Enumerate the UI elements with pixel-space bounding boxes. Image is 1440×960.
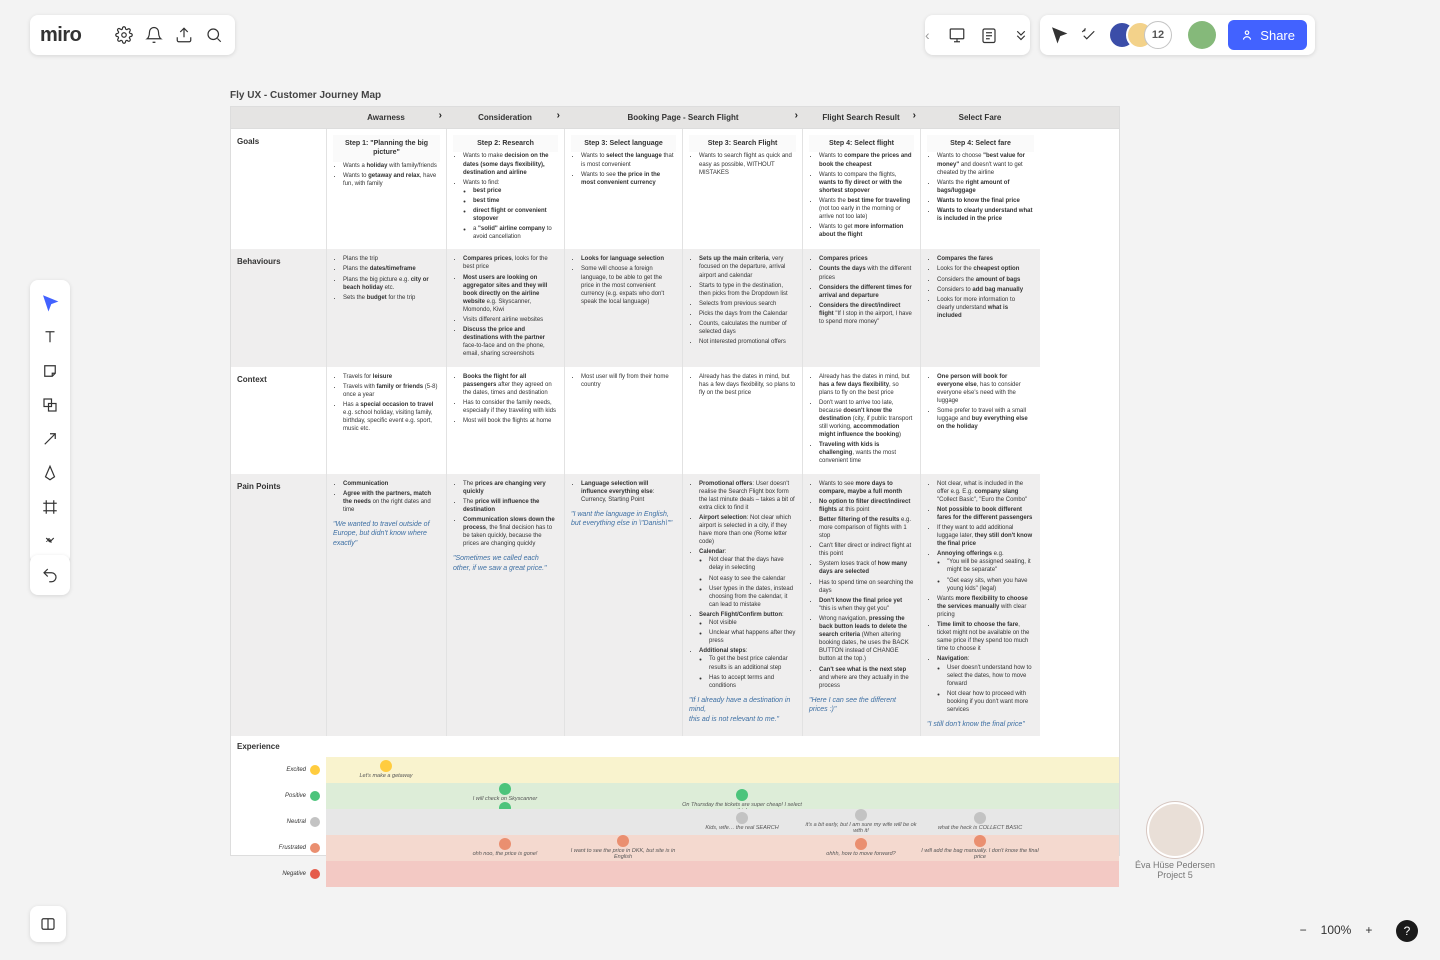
arrow-tool[interactable]	[35, 424, 65, 454]
cell: Already has the dates in mind, but has a…	[682, 367, 802, 474]
experience-section: Experience Excited Positive Neutral Frus…	[231, 736, 1119, 887]
chevron-left-icon[interactable]: ‹	[925, 27, 930, 43]
cell: Compares the faresLooks for the cheapest…	[920, 249, 1040, 366]
tools-bar: »	[30, 280, 70, 564]
cell: Compares pricesCounts the days with the …	[802, 249, 920, 366]
avatar-stack[interactable]: 12	[1108, 21, 1172, 49]
avatar-count[interactable]: 12	[1144, 21, 1172, 49]
stage-label: Select Fare	[959, 113, 1002, 122]
cell: CommunicationAgree with the partners, ma…	[326, 474, 446, 736]
upload-icon[interactable]	[173, 24, 195, 46]
user-name: Éva Hüse Pedersen	[1135, 860, 1215, 870]
cell: One person will book for everyone else, …	[920, 367, 1040, 474]
cell: Sets up the main criteria, very focused …	[682, 249, 802, 366]
cell: Promotional offers: User doesn't realise…	[682, 474, 802, 736]
pen-tool[interactable]	[35, 458, 65, 488]
row-label-goals: Goals	[231, 129, 326, 249]
search-icon[interactable]	[203, 24, 225, 46]
journey-grid: Goals Step 1: "Planning the big picture"…	[231, 129, 1119, 736]
app-logo[interactable]: miro	[40, 24, 105, 47]
row-label-context: Context	[231, 367, 326, 474]
zoom-out-button[interactable]: −	[1300, 923, 1307, 937]
bell-icon[interactable]	[143, 24, 165, 46]
stage-header: Awarness › Consideration › Booking Page - …	[231, 107, 1119, 129]
chevron-right-icon: ›	[795, 110, 798, 121]
cell: Step 4: Select flightWants to compare th…	[802, 129, 920, 249]
cell: Travels for leisureTravels with family o…	[326, 367, 446, 474]
cell: Compares prices, looks for the best pric…	[446, 249, 564, 366]
collab-bar: 12 Share	[1040, 15, 1315, 55]
cell: Looks for language selectionSome will ch…	[564, 249, 682, 366]
zoom-level[interactable]: 100%	[1321, 923, 1352, 937]
more-tools[interactable]: »	[35, 526, 65, 556]
top-left-bar: miro	[30, 15, 235, 55]
text-tool[interactable]	[35, 322, 65, 352]
view-controls-bar: ‹	[925, 15, 1030, 55]
cursor-icon[interactable]	[1048, 24, 1070, 46]
stage-label: Flight Search Result	[822, 113, 899, 122]
zoom-controls: − 100% +	[1286, 918, 1386, 942]
cell: Step 3: Search FlightWants to search fli…	[682, 129, 802, 249]
undo-button[interactable]	[30, 555, 70, 595]
row-label-pain: Pain Points	[231, 474, 326, 736]
stage-label: Awarness	[367, 113, 405, 122]
frame-tool[interactable]	[35, 492, 65, 522]
present-icon[interactable]	[948, 24, 966, 46]
avatar-self[interactable]	[1188, 21, 1216, 49]
select-tool[interactable]	[35, 288, 65, 318]
row-label-behaviours: Behaviours	[231, 249, 326, 366]
svg-text:»: »	[46, 534, 52, 546]
cursor-user-card: Éva Hüse Pedersen Project 5	[1135, 804, 1215, 880]
journey-map-board[interactable]: Awarness › Consideration › Booking Page - …	[230, 106, 1120, 856]
cell: Step 1: "Planning the big picture"Wants …	[326, 129, 446, 249]
chevrons-down-icon[interactable]	[1012, 24, 1030, 46]
cell: The prices are changing very quicklyThe …	[446, 474, 564, 736]
cell: Step 4: Select fareWants to choose "best…	[920, 129, 1040, 249]
cell: Books the flight for all passengers afte…	[446, 367, 564, 474]
cell: Not clear, what is included in the offer…	[920, 474, 1040, 736]
share-label: Share	[1260, 28, 1295, 43]
shape-tool[interactable]	[35, 390, 65, 420]
sticky-tool[interactable]	[35, 356, 65, 386]
help-button[interactable]: ?	[1396, 920, 1418, 942]
cell: Wants to see more days to compare, maybe…	[802, 474, 920, 736]
chevron-right-icon: ›	[557, 110, 560, 121]
mini-map-button[interactable]	[30, 906, 66, 942]
cell: Step 3: Select languageWants to select t…	[564, 129, 682, 249]
row-label-experience: Experience	[231, 736, 326, 757]
cell: Language selection will influence everyt…	[564, 474, 682, 736]
experience-legend: Excited Positive Neutral Frustrated Nega…	[231, 757, 326, 887]
chevron-right-icon: ›	[913, 110, 916, 121]
board-title: Fly UX - Customer Journey Map	[230, 90, 381, 101]
cell: Step 2: ResearchWants to make decision o…	[446, 129, 564, 249]
share-button[interactable]: Share	[1228, 20, 1307, 50]
experience-bands: Let's make a getawayI will check on Skys…	[326, 757, 1119, 887]
reactions-icon[interactable]	[1078, 24, 1100, 46]
chevron-right-icon: ›	[439, 110, 442, 121]
cell: Plans the tripPlans the dates/timeframeP…	[326, 249, 446, 366]
user-project: Project 5	[1135, 870, 1215, 880]
comments-icon[interactable]	[980, 24, 998, 46]
user-avatar	[1149, 804, 1201, 856]
cell: Already has the dates in mind, but has a…	[802, 367, 920, 474]
stage-label: Consideration	[478, 113, 532, 122]
gear-icon[interactable]	[113, 24, 135, 46]
stage-label: Booking Page - Search Flight	[627, 113, 738, 122]
cell: Most user will fly from their home count…	[564, 367, 682, 474]
zoom-in-button[interactable]: +	[1365, 923, 1372, 937]
